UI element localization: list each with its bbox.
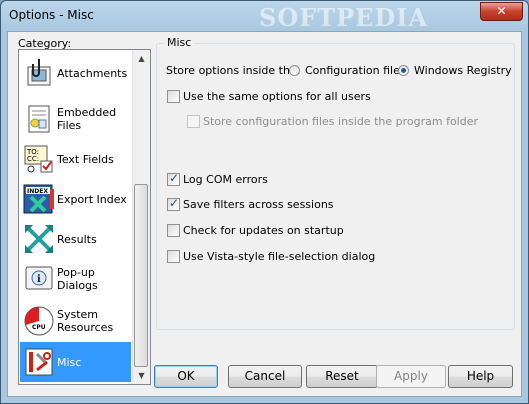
save-filters-label[interactable]: Save filters across sessions bbox=[183, 198, 334, 211]
category-scrollbar[interactable]: ▲ ▼ bbox=[132, 50, 150, 384]
misc-group-box bbox=[156, 43, 515, 330]
windows-registry-label[interactable]: Windows Registry bbox=[414, 64, 512, 77]
windows-registry-radio[interactable] bbox=[398, 65, 409, 76]
category-item-label: Text Fields bbox=[57, 152, 114, 166]
configuration-file-radio[interactable] bbox=[289, 65, 300, 76]
svg-text:INDEX: INDEX bbox=[27, 188, 48, 195]
embedded-files-icon bbox=[28, 105, 50, 133]
vista-dialog-checkbox[interactable] bbox=[167, 250, 180, 263]
category-item-system-resources[interactable]: CPU System Resources bbox=[20, 301, 131, 341]
category-item-label: Export Index bbox=[57, 192, 127, 206]
text-fields-icon: TO: CC: bbox=[24, 145, 53, 173]
log-com-errors-label[interactable]: Log COM errors bbox=[183, 173, 268, 186]
attachment-icon bbox=[27, 59, 51, 86]
reset-button[interactable]: Reset bbox=[306, 365, 378, 388]
svg-text:i: i bbox=[37, 274, 41, 285]
radio-selected-dot bbox=[401, 68, 406, 73]
log-com-errors-checkbox[interactable] bbox=[167, 171, 180, 186]
watermark: SOFTPEDIA bbox=[259, 3, 429, 32]
apply-button[interactable]: Apply bbox=[376, 365, 446, 388]
popup-dialog-icon: i bbox=[25, 266, 53, 290]
category-item-label: Attachments bbox=[57, 66, 128, 80]
category-item-label: Embedded Files bbox=[57, 106, 117, 132]
check-updates-label[interactable]: Check for updates on startup bbox=[183, 224, 344, 237]
export-index-icon: INDEX bbox=[23, 184, 54, 214]
category-item-label: Misc bbox=[57, 355, 82, 369]
store-config-in-program-label: Store configuration files inside the pro… bbox=[203, 115, 479, 128]
category-item-label: Pop-up Dialogs bbox=[57, 266, 98, 292]
dialog-client-area: Category: Attachments Embedded Files TO:… bbox=[7, 31, 522, 397]
svg-text:CPU: CPU bbox=[32, 324, 46, 331]
results-icon bbox=[25, 225, 53, 253]
category-item-popup-dialogs[interactable]: i Pop-up Dialogs bbox=[20, 259, 131, 299]
save-filters-checkbox[interactable] bbox=[167, 196, 180, 211]
category-item-export-index[interactable]: INDEX Export Index bbox=[20, 179, 131, 219]
category-item-embedded-files[interactable]: Embedded Files bbox=[20, 99, 131, 139]
category-item-text-fields[interactable]: TO: CC: Text Fields bbox=[20, 139, 131, 179]
help-button[interactable]: Help bbox=[448, 365, 513, 388]
same-options-checkbox[interactable] bbox=[167, 90, 180, 103]
close-icon: ✕ bbox=[496, 4, 507, 18]
close-button[interactable]: ✕ bbox=[480, 2, 523, 21]
scrollbar-thumb[interactable] bbox=[134, 184, 148, 367]
store-config-in-program-checkbox[interactable] bbox=[187, 115, 200, 128]
vista-dialog-label[interactable]: Use Vista-style file-selection dialog bbox=[183, 250, 375, 263]
category-item-attachments[interactable]: Attachments bbox=[20, 53, 131, 93]
cpu-icon: CPU bbox=[24, 306, 54, 336]
category-item-label: Results bbox=[57, 232, 97, 246]
store-options-label: Store options inside the: bbox=[166, 64, 301, 77]
misc-group-title: Misc bbox=[164, 36, 195, 49]
category-list: Attachments Embedded Files TO: CC: Text … bbox=[18, 49, 151, 385]
category-item-label: System Resources bbox=[57, 308, 114, 334]
cancel-button[interactable]: Cancel bbox=[228, 365, 302, 388]
window-title: Options - Misc bbox=[9, 8, 94, 22]
category-item-results[interactable]: Results bbox=[20, 219, 131, 259]
scroll-down-arrow-icon[interactable]: ▼ bbox=[133, 367, 150, 384]
check-updates-checkbox[interactable] bbox=[167, 224, 180, 237]
options-window: Options - Misc SOFTPEDIA ✕ Category: Att… bbox=[0, 0, 529, 404]
scroll-up-arrow-icon[interactable]: ▲ bbox=[133, 50, 150, 67]
configuration-file-label[interactable]: Configuration file bbox=[305, 64, 400, 77]
ok-button[interactable]: OK bbox=[154, 365, 218, 388]
title-bar: Options - Misc SOFTPEDIA ✕ bbox=[1, 1, 528, 32]
misc-tools-icon bbox=[25, 348, 53, 376]
category-item-misc[interactable]: Misc bbox=[20, 342, 131, 382]
svg-text:CC:: CC: bbox=[27, 155, 39, 163]
same-options-label[interactable]: Use the same options for all users bbox=[183, 90, 371, 103]
